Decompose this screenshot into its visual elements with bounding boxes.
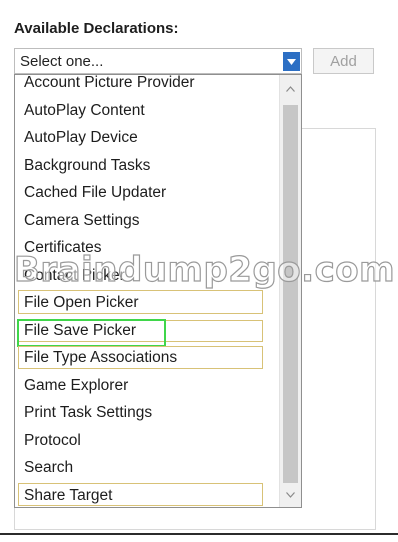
list-item-contact-picker[interactable]: Contact Picker: [15, 262, 281, 290]
list-item-account-picture-provider[interactable]: Account Picture Provider: [15, 75, 281, 97]
declarations-combobox[interactable]: Select one...: [14, 48, 302, 74]
list-item-share-target[interactable]: Share Target: [15, 482, 281, 508]
list-item-certificates[interactable]: Certificates: [15, 234, 281, 262]
list-item-protocol[interactable]: Protocol: [15, 427, 281, 455]
chevron-down-icon[interactable]: [283, 52, 300, 71]
combobox-selected-text: Select one...: [20, 53, 104, 70]
scrollbar-thumb[interactable]: [283, 105, 298, 483]
list-item-game-explorer[interactable]: Game Explorer: [15, 372, 281, 400]
list-item-file-type-associations[interactable]: File Type Associations: [15, 344, 281, 372]
list-item-autoplay-device[interactable]: AutoPlay Device: [15, 124, 281, 152]
list-item-autoplay-content[interactable]: AutoPlay Content: [15, 97, 281, 125]
chevron-down-icon[interactable]: [280, 485, 301, 505]
bottom-divider: [0, 533, 398, 535]
add-button[interactable]: Add: [313, 48, 374, 74]
list-item-print-task-settings[interactable]: Print Task Settings: [15, 399, 281, 427]
dropdown-scrollbar[interactable]: [279, 75, 301, 507]
list-item-search[interactable]: Search: [15, 454, 281, 482]
list-item-file-save-picker[interactable]: File Save Picker: [15, 317, 281, 345]
chevron-up-icon[interactable]: [280, 79, 301, 99]
list-item-background-tasks[interactable]: Background Tasks: [15, 152, 281, 180]
list-item-file-open-picker[interactable]: File Open Picker: [15, 289, 281, 317]
list-item-camera-settings[interactable]: Camera Settings: [15, 207, 281, 235]
list-item-cached-file-updater[interactable]: Cached File Updater: [15, 179, 281, 207]
declarations-dropdown-list[interactable]: Account Picture Provider AutoPlay Conten…: [14, 74, 302, 508]
available-declarations-heading: Available Declarations:: [14, 20, 179, 37]
